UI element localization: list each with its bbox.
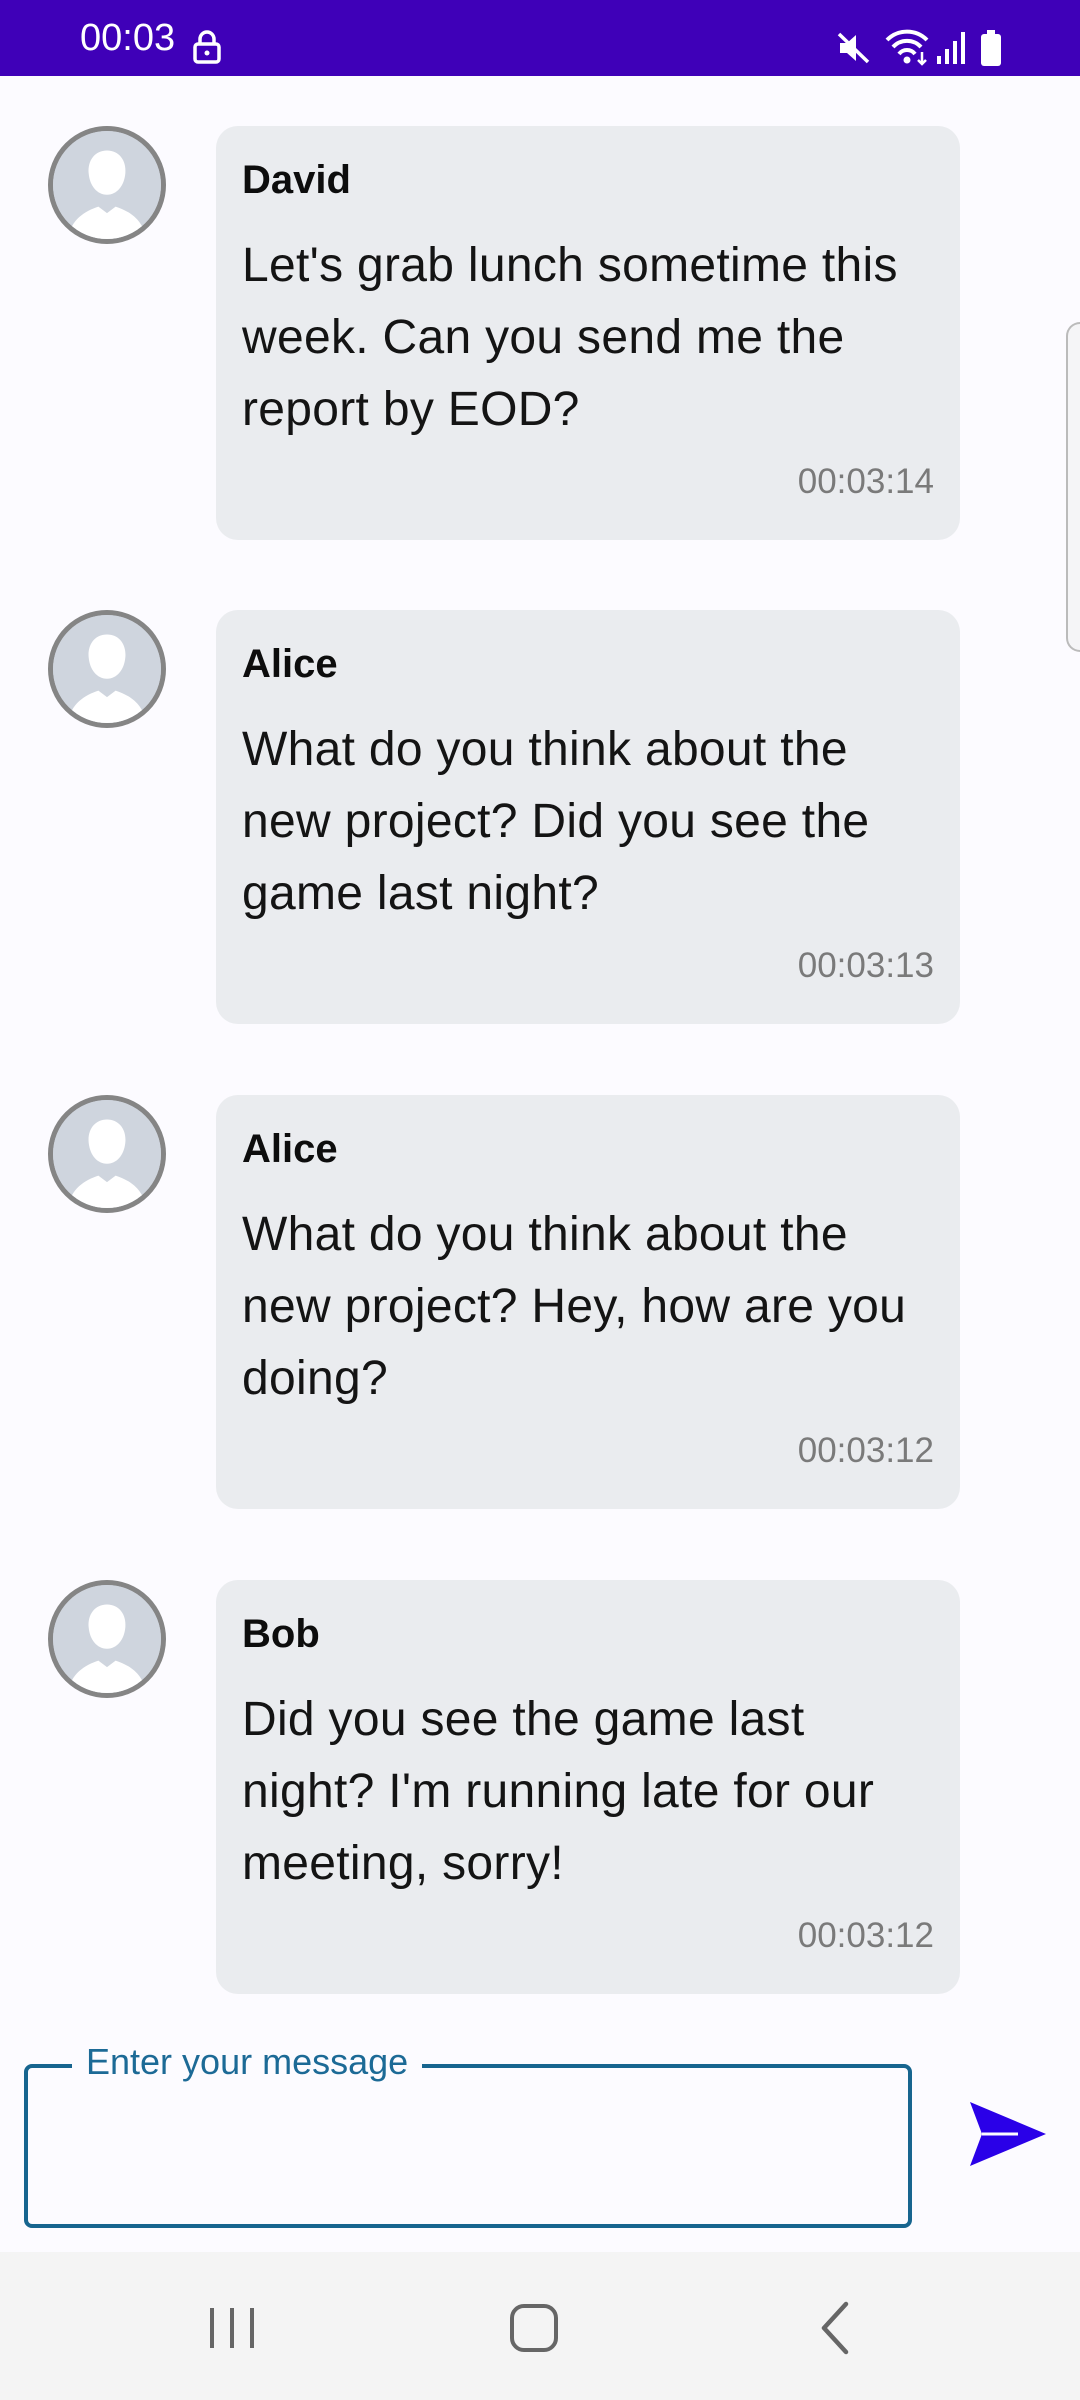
status-time: 00:03	[80, 18, 175, 58]
message-input-box[interactable]: Enter your message	[24, 2064, 912, 2228]
wifi-icon	[884, 28, 930, 66]
send-button[interactable]	[968, 2098, 1048, 2170]
message-timestamp: 00:03:12	[798, 1431, 934, 1471]
status-bar: 00:03	[0, 0, 1080, 76]
message-bubble: David Let's grab lunch sometime this wee…	[216, 126, 960, 540]
recents-icon[interactable]	[200, 2296, 264, 2360]
mute-icon	[836, 30, 872, 66]
message-bubble: Alice What do you think about the new pr…	[216, 610, 960, 1024]
message-sender: Alice	[242, 640, 338, 688]
send-icon	[968, 2098, 1048, 2170]
person-avatar-icon	[48, 610, 166, 728]
message-bubble: Alice What do you think about the new pr…	[216, 1095, 960, 1509]
message-input-label: Enter your message	[72, 2038, 422, 2086]
message-item: David Let's grab lunch sometime this wee…	[0, 126, 1080, 540]
back-icon[interactable]	[806, 2296, 870, 2360]
system-nav-bar	[0, 2252, 1080, 2400]
battery-icon	[980, 30, 1002, 66]
message-text: What do you think about the new project?…	[242, 1199, 942, 1415]
message-text: What do you think about the new project?…	[242, 714, 942, 930]
message-timestamp: 00:03:13	[798, 946, 934, 986]
home-icon[interactable]	[502, 2296, 566, 2360]
message-text: Let's grab lunch sometime this week. Can…	[242, 230, 942, 446]
person-avatar-icon	[48, 126, 166, 244]
message-item: Alice What do you think about the new pr…	[0, 1095, 1080, 1509]
message-sender: David	[242, 156, 351, 204]
message-sender: Bob	[242, 1610, 320, 1658]
message-timestamp: 00:03:14	[798, 462, 934, 502]
message-text: Did you see the game last night? I'm run…	[242, 1684, 942, 1900]
message-timestamp: 00:03:12	[798, 1916, 934, 1956]
person-avatar-icon	[48, 1580, 166, 1698]
message-item: Bob Did you see the game last night? I'm…	[0, 1580, 1080, 1994]
person-avatar-icon	[48, 1095, 166, 1213]
lock-icon	[192, 30, 222, 64]
message-bubble: Bob Did you see the game last night? I'm…	[216, 1580, 960, 1994]
signal-icon	[936, 30, 966, 64]
message-item: Alice What do you think about the new pr…	[0, 610, 1080, 1024]
message-sender: Alice	[242, 1125, 338, 1173]
message-input[interactable]	[48, 2098, 892, 2196]
